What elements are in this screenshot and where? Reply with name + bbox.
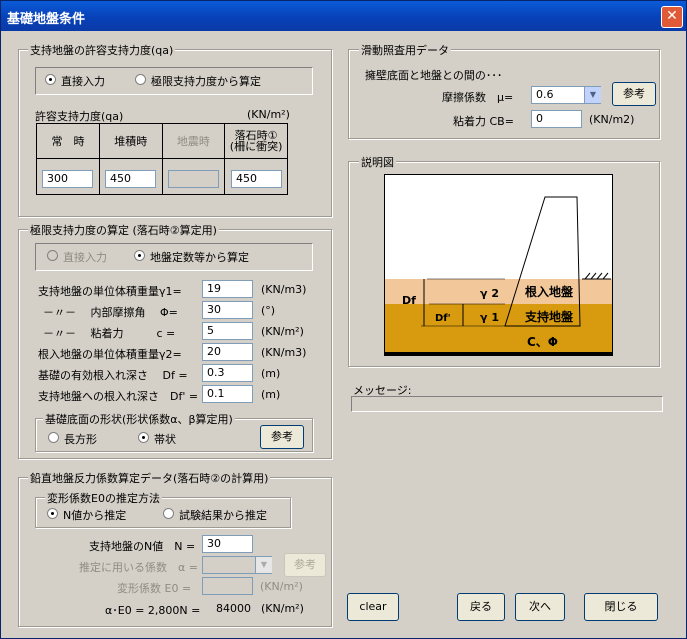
cohesion-input[interactable]: 5: [202, 322, 253, 340]
radio-test-result-label: 試験結果から推定: [179, 509, 267, 522]
phi-input[interactable]: 30: [202, 301, 253, 319]
alpha-reference-button: 参考: [284, 553, 326, 577]
vertical-reaction-legend: 鉛直地盤反力係数算定データ(落石時②の計算用): [28, 470, 271, 486]
e0-unit: (KN/m²): [260, 580, 303, 593]
support-soil-layer: [385, 304, 612, 355]
header-earthquake: 地震時: [161, 123, 226, 159]
radio-ground-constants[interactable]: [134, 250, 145, 261]
e0-label: 変形係数 E0 =: [117, 582, 192, 595]
dfp-text: Df': [435, 313, 451, 324]
radio-rectangle[interactable]: [48, 432, 59, 443]
radio-n-value[interactable]: [47, 508, 58, 519]
bearing-capacity-legend: 支持地盤の許容支持力度(qa): [28, 42, 176, 58]
friction-label: 摩擦係数 μ=: [442, 91, 514, 104]
qa-deposit-input[interactable]: 450: [105, 170, 156, 188]
close-button[interactable]: 閉じる: [584, 593, 658, 621]
n-value-label: 支持地盤のN値 N =: [89, 540, 196, 553]
dialog-body: 支持地盤の許容支持力度(qa) 直接入力 極限支持力度から算定 許容支持力度(q…: [1, 31, 686, 638]
capacity-label: 許容支持力度(qa): [35, 110, 124, 123]
radio-rectangle-label: 長方形: [64, 433, 97, 446]
radio-direct-input[interactable]: [45, 74, 56, 85]
header-rockfall-line2: (柵に衝突): [229, 140, 283, 153]
c-phi-text: C、Φ: [527, 335, 558, 349]
gamma2-input[interactable]: 20: [202, 343, 253, 361]
dialog-window: 基礎地盤条件 ✕ 支持地盤の許容支持力度(qa) 直接入力 極限支持力度から算定…: [0, 0, 687, 639]
df-text: Df: [402, 294, 416, 307]
sliding-legend: 滑動照査用データ: [359, 42, 451, 58]
diagram-legend: 説明図: [359, 154, 396, 170]
qa-rockfall-input[interactable]: 450: [231, 170, 282, 188]
radio-strip[interactable]: [138, 432, 149, 443]
friction-reference-button[interactable]: 参考: [612, 82, 656, 106]
shape-reference-button[interactable]: 参考: [260, 425, 304, 449]
result-unit: (KN/m²): [261, 602, 304, 615]
gamma1-label: 支持地盤の単位体積重量γ1=: [38, 285, 182, 298]
gamma1-text: γ 1: [480, 311, 499, 324]
hatch-mark: [584, 272, 609, 280]
df-input[interactable]: 0.3: [202, 364, 253, 382]
header-rockfall: 落石時① (柵に衝突): [224, 123, 288, 159]
limit-bearing-legend: 極限支持力度の算定 (落石時②算定用): [28, 222, 219, 238]
df-label: 基礎の有効根入れ深さ Df =: [38, 369, 188, 382]
cohesion-label: －〃－ 粘着力 c =: [43, 327, 176, 340]
embed-ground-text: 根入地盤: [525, 284, 574, 299]
gamma1-input[interactable]: 19: [202, 280, 253, 298]
radio-ground-constants-label: 地盤定数等から算定: [150, 251, 249, 264]
capacity-unit: (KN/m²): [247, 108, 290, 121]
n-value-input[interactable]: 30: [202, 535, 253, 553]
cb-label: 粘着力 CB=: [453, 115, 514, 128]
radio-strip-label: 帯状: [154, 433, 176, 446]
radio-test-result[interactable]: [163, 508, 174, 519]
diagram-illustration: Df Df' γ 2 γ 1 根入地盤 支持地盤 C、Φ: [384, 174, 613, 356]
support-ground-text: 支持地盤: [524, 309, 574, 324]
radio-from-limit-label: 極限支持力度から算定: [151, 75, 261, 88]
close-icon[interactable]: ✕: [661, 6, 683, 28]
next-button[interactable]: 次へ: [515, 593, 565, 621]
gamma1-unit: (KN/m3): [261, 283, 307, 296]
radio-n-value-label: N値から推定: [63, 509, 127, 522]
radio-limit-direct: [47, 250, 58, 261]
qa-earthquake-input: [168, 170, 219, 188]
e0-method-legend: 変形係数E0の推定方法: [45, 490, 162, 506]
alpha-label: 推定に用いる係数 α =: [79, 561, 198, 574]
gamma2-label: 根入地盤の単位体積重量γ2=: [38, 348, 182, 361]
dfp-input[interactable]: 0.1: [202, 385, 253, 403]
qa-normal-input[interactable]: 300: [42, 170, 93, 188]
cohesion-unit: (KN/m²): [261, 325, 304, 338]
result-value: 84000: [216, 602, 251, 615]
radio-limit-direct-label: 直接入力: [63, 251, 107, 264]
header-normal: 常 時: [36, 123, 100, 159]
radio-from-limit[interactable]: [135, 74, 146, 85]
dfp-label: 支持地盤への根入れ深さ Df' =: [38, 390, 199, 403]
cb-input[interactable]: 0: [531, 110, 582, 128]
alpha-dropdown-icon: ▼: [255, 557, 272, 573]
df-unit: (m): [261, 367, 281, 380]
phi-label: －〃－ 内部摩擦角 Φ=: [43, 306, 178, 319]
bottom-line: [385, 352, 612, 355]
header-deposit: 堆積時: [98, 123, 163, 159]
gamma2-unit: (KN/m3): [261, 346, 307, 359]
message-box: [351, 396, 663, 412]
cb-unit: (KN/m2): [589, 113, 635, 126]
phi-unit: (°): [261, 304, 276, 317]
gamma2-text: γ 2: [480, 287, 499, 300]
radio-direct-input-label: 直接入力: [61, 75, 105, 88]
shape-legend: 基礎底面の形状(形状係数α、β算定用): [43, 411, 235, 427]
back-button[interactable]: 戻る: [457, 593, 505, 621]
result-label: α･E0 = 2,800N =: [105, 604, 201, 617]
e0-input: [202, 577, 253, 595]
title-bar[interactable]: 基礎地盤条件 ✕: [1, 1, 686, 31]
sliding-subtitle: 擁壁底面と地盤との間の･･･: [365, 69, 503, 82]
dfp-unit: (m): [261, 388, 281, 401]
clear-button[interactable]: clear: [347, 593, 399, 621]
window-title: 基礎地盤条件: [7, 12, 86, 27]
friction-dropdown-icon[interactable]: ▼: [584, 87, 601, 103]
